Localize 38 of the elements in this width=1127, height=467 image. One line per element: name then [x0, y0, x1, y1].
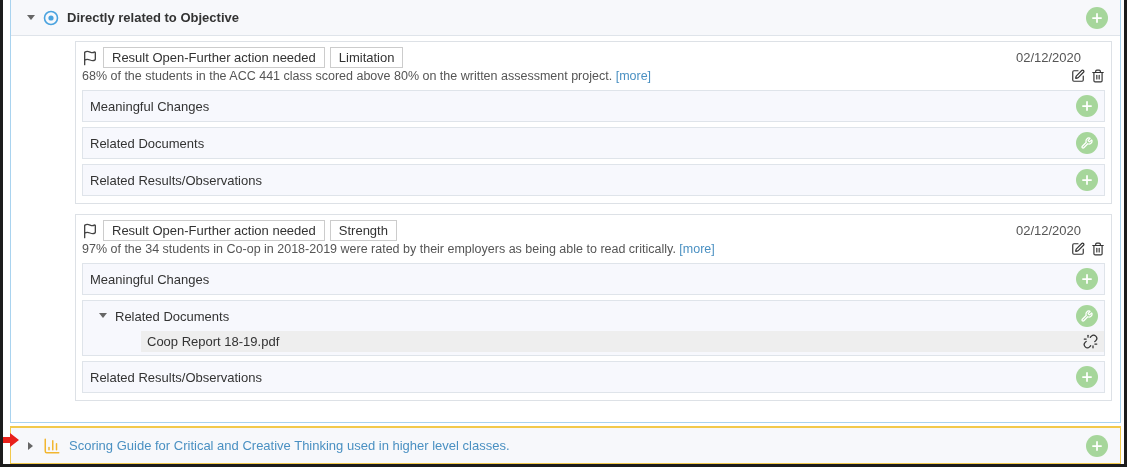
result-text: 97% of the 34 students in Co-op in 2018-2019 were rated by their employers as being able to read critically. [more]: [82, 242, 716, 256]
edit-button[interactable]: [1071, 242, 1085, 256]
status-tag: Limitation: [329, 47, 404, 68]
pointer-arrow-icon: [3, 433, 19, 447]
wrench-icon: [1081, 310, 1093, 322]
flag-icon: [82, 49, 98, 66]
subsection-title[interactable]: Related Documents: [90, 135, 1068, 151]
more-link[interactable]: [more]: [679, 242, 715, 256]
subsection-title[interactable]: Meaningful Changes: [90, 271, 1068, 287]
target-icon: [43, 9, 59, 26]
plus-icon: [1080, 272, 1094, 286]
plus-icon: [1090, 10, 1104, 25]
status-tag: Result Open-Further action needed: [103, 47, 325, 68]
result-date: 02/12/2020: [1015, 50, 1081, 65]
more-link[interactable]: [more]: [615, 69, 652, 83]
unlink-button[interactable]: [1083, 334, 1098, 349]
status-tag: Result Open-Further action needed: [103, 220, 325, 241]
edit-button[interactable]: [1071, 69, 1085, 83]
plus-icon: [1080, 99, 1094, 113]
wrench-icon: [1081, 137, 1093, 149]
bar-chart-icon: [43, 436, 61, 455]
status-tag: Strength: [329, 220, 397, 241]
document-link[interactable]: Coop Report 18-19.pdf: [147, 334, 280, 349]
caret-icon[interactable]: [27, 13, 35, 22]
plus-icon: [1080, 173, 1094, 187]
caret-icon[interactable]: [99, 312, 107, 320]
result-date: 02/12/2020: [1015, 223, 1081, 238]
subsection-title[interactable]: Related Documents: [115, 308, 1068, 324]
subsection-title[interactable]: Related Results/Observations: [90, 369, 1068, 385]
flag-icon: [82, 222, 98, 239]
plus-icon: [1080, 370, 1094, 384]
delete-button[interactable]: [1091, 69, 1105, 83]
result-text: 68% of the students in the ACC 441 class scored above 80% on the written assessment project. [more]: [82, 69, 653, 83]
caret-icon[interactable]: [27, 441, 35, 450]
plus-icon: [1090, 438, 1104, 453]
subsection-title[interactable]: Meaningful Changes: [90, 98, 1068, 114]
subsection-title[interactable]: Related Results/Observations: [90, 172, 1068, 188]
delete-button[interactable]: [1091, 242, 1105, 256]
